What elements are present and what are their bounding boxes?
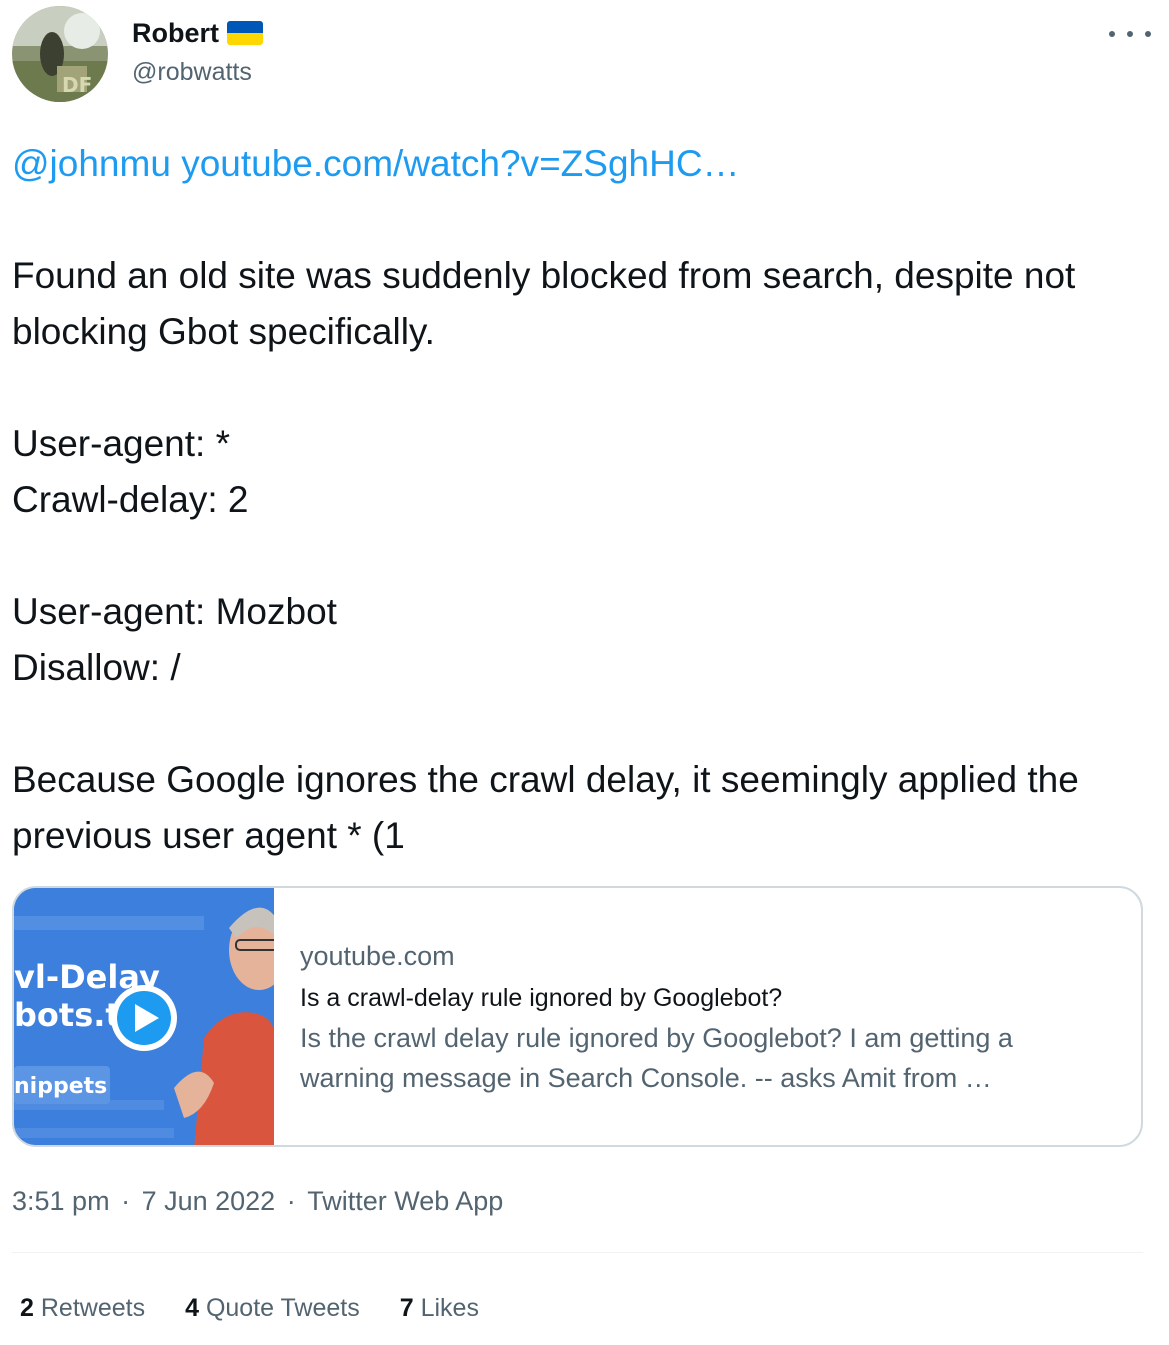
likes-count: 7 — [399, 1294, 414, 1322]
likes-label: Likes — [420, 1294, 479, 1322]
tweet-paragraph: Found an old site was suddenly blocked f… — [12, 255, 1086, 352]
tweet-metadata: 3:51 pm · 7 Jun 2022 · Twitter Web App — [12, 1186, 504, 1216]
youtube-link[interactable]: youtube.com/watch?v=ZSghHC… — [181, 143, 739, 184]
likes-stat[interactable]: 7 Likes — [400, 1290, 479, 1326]
quote-tweets-label: Quote Tweets — [205, 1294, 360, 1322]
retweets-label: Retweets — [40, 1294, 146, 1322]
video-thumbnail[interactable]: vl-Delay bots.t nippets — [14, 888, 274, 1145]
ukraine-flag-icon — [227, 21, 263, 45]
author-handle[interactable]: @robwatts — [132, 58, 263, 87]
tweet-paragraph: User-agent: Mozbot Disallow: / — [12, 591, 337, 688]
thumbnail-text: bots.t — [14, 996, 121, 1034]
retweets-stat[interactable]: 2 Retweets — [20, 1290, 145, 1326]
tweet-date[interactable]: 7 Jun 2022 — [142, 1186, 276, 1216]
avatar[interactable]: DF — [12, 6, 108, 102]
more-options-icon[interactable] — [1109, 24, 1151, 44]
tweet-source[interactable]: Twitter Web App — [307, 1186, 503, 1216]
link-preview-card[interactable]: vl-Delay bots.t nippets youtube.com Is a… — [12, 886, 1143, 1147]
mention-link[interactable]: @johnmu — [12, 143, 171, 184]
quote-tweets-stat[interactable]: 4 Quote Tweets — [185, 1290, 360, 1326]
author-name[interactable]: Robert — [132, 18, 219, 49]
tweet-stats: 2 Retweets 4 Quote Tweets 7 Likes — [20, 1290, 519, 1326]
tweet-text: @johnmu youtube.com/watch?v=ZSghHC… Foun… — [12, 136, 1152, 864]
tweet-paragraph: User-agent: * Crawl-delay: 2 — [12, 423, 249, 520]
divider — [12, 1252, 1143, 1253]
quote-tweets-count: 4 — [185, 1294, 199, 1322]
card-title: Is a crawl-delay rule ignored by Googleb… — [300, 984, 783, 1012]
card-description: Is the crawl delay rule ignored by Googl… — [300, 1023, 1013, 1093]
tweet-paragraph: Because Google ignores the crawl delay, … — [12, 759, 1090, 856]
thumbnail-text: nippets — [14, 1074, 107, 1099]
retweets-count: 2 — [20, 1294, 34, 1322]
svg-text:DF: DF — [62, 73, 92, 97]
tweet-time[interactable]: 3:51 pm — [12, 1186, 110, 1216]
card-domain: youtube.com — [300, 941, 455, 971]
